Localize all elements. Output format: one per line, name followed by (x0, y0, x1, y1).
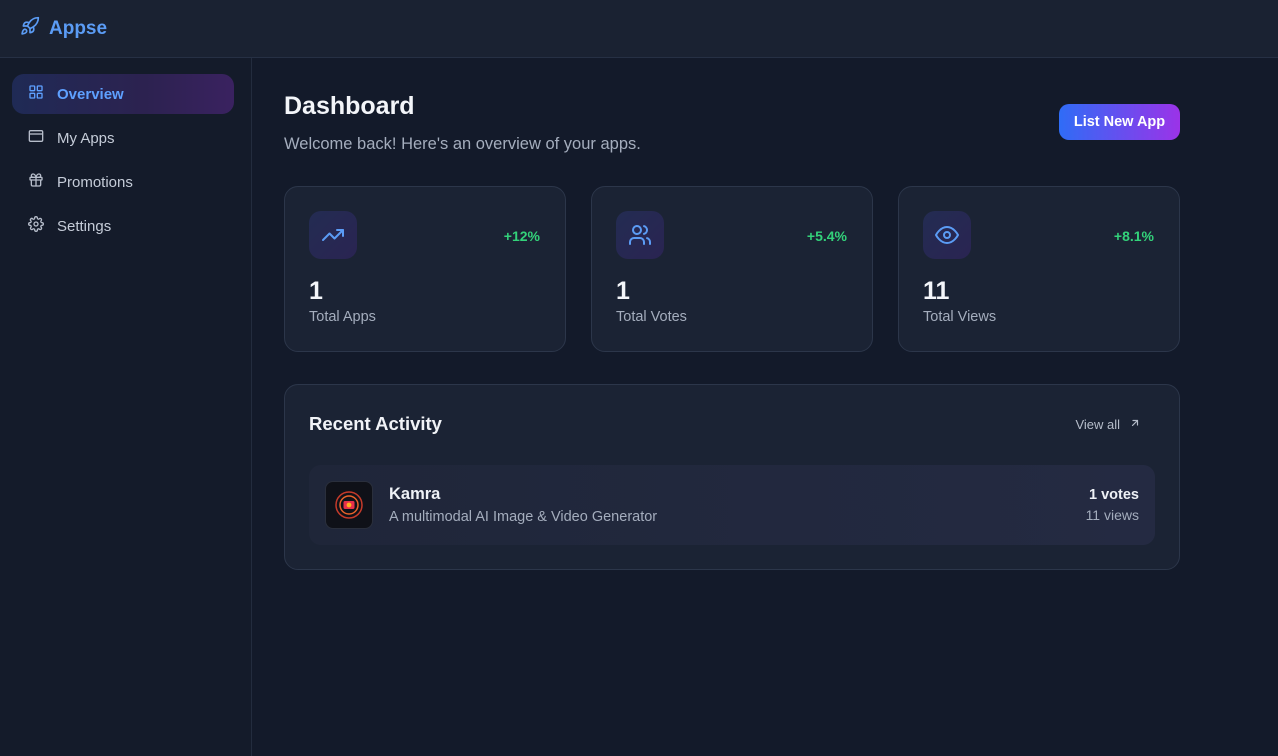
app-logo[interactable]: Appse (20, 16, 107, 41)
stat-card-total-votes: +5.4% 1 Total Votes (591, 186, 873, 352)
app-stats: 1 votes 11 views (1086, 487, 1139, 523)
stat-label: Total Apps (309, 309, 376, 325)
camera-logo-icon (335, 491, 363, 519)
activity-item[interactable]: Kamra A multimodal AI Image & Video Gene… (309, 465, 1155, 545)
app-info: Kamra A multimodal AI Image & Video Gene… (389, 485, 657, 525)
view-all-link[interactable]: View all (1075, 417, 1141, 432)
app-votes: 1 votes (1089, 487, 1139, 503)
stat-delta: +5.4% (806, 228, 847, 244)
sidebar-item-label: My Apps (57, 129, 115, 147)
stat-value: 1 (309, 277, 323, 305)
view-all-label: View all (1075, 417, 1120, 432)
app-views: 11 views (1085, 507, 1139, 523)
sidebar-item-promotions[interactable]: Promotions (12, 162, 234, 202)
stat-label: Total Votes (616, 309, 687, 325)
sidebar-item-label: Settings (57, 217, 112, 235)
arrow-up-right-icon (1129, 417, 1141, 432)
main-content: Dashboard Welcome back! Here's an overvi… (252, 58, 1278, 756)
list-new-app-button[interactable]: List New App (1059, 104, 1180, 140)
trending-up-icon (309, 211, 357, 259)
top-bar: Appse (0, 0, 1278, 58)
stat-label: Total Views (923, 309, 997, 325)
sidebar-item-label: Promotions (57, 173, 133, 191)
stat-delta: +8.1% (1113, 228, 1154, 244)
gift-icon (28, 172, 44, 192)
recent-activity-title: Recent Activity (309, 413, 442, 434)
stat-delta: +12% (503, 228, 540, 244)
recent-activity-panel: Recent Activity View all Kamra A multimo… (284, 384, 1180, 570)
stats-row: +12% 1 Total Apps +5.4% 1 Total Votes +8… (284, 186, 1180, 352)
app-description: A multimodal AI Image & Video Generator (389, 509, 658, 525)
app-name: Appse (49, 17, 108, 39)
users-icon (616, 211, 664, 259)
sidebar-item-settings[interactable]: Settings (12, 206, 234, 246)
stat-value: 11 (923, 277, 950, 305)
eye-icon (923, 211, 971, 259)
stat-card-total-views: +8.1% 11 Total Views (898, 186, 1180, 352)
window-icon (28, 128, 44, 148)
sidebar-item-overview[interactable]: Overview (12, 74, 234, 114)
app-name: Kamra (389, 485, 441, 503)
gear-icon (28, 216, 44, 236)
app-thumbnail (325, 481, 373, 529)
sidebar-item-my-apps[interactable]: My Apps (12, 118, 234, 158)
stat-value: 1 (616, 277, 630, 305)
stat-card-total-apps: +12% 1 Total Apps (284, 186, 566, 352)
sidebar: Overview My Apps Promotions Settings (0, 58, 252, 756)
rocket-icon (20, 16, 40, 41)
grid-icon (28, 84, 44, 104)
sidebar-item-label: Overview (57, 85, 124, 103)
